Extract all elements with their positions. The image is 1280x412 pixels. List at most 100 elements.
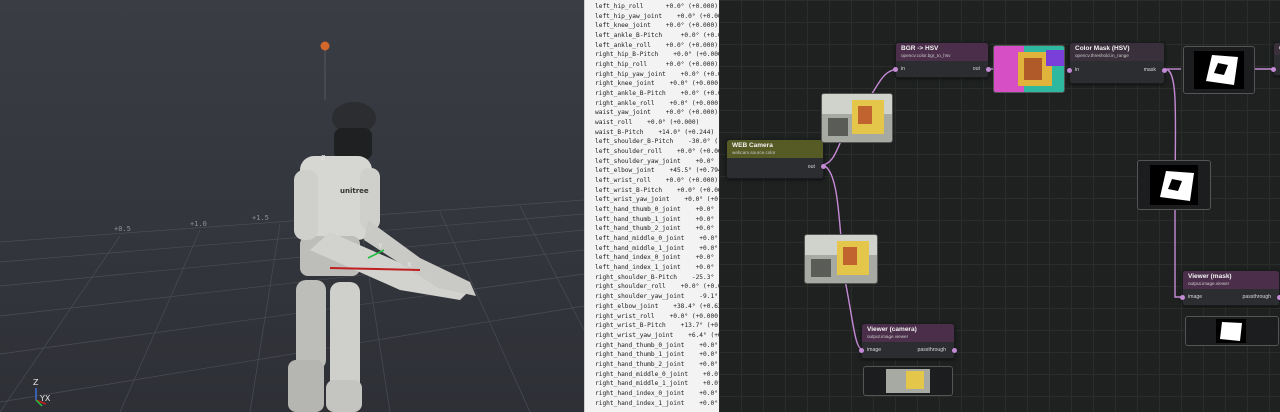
grid-label: +1.0 [190,220,207,228]
joint-row: right_shoulder_yaw_joint -9.1° ( [595,293,720,301]
node-subtitle: opencv.color.bgr_to_hsv [901,53,951,58]
joint-row: left_wrist_B-Pitch +0.0° (+0.000) [595,186,720,194]
joint-row: right_hip_yaw_joint +0.0° (+0.000 [595,70,720,78]
joint-row: right_wrist_yaw_joint +6.4° (+0. [595,331,720,339]
node-bgr-to-hsv[interactable]: BGR -> HSV opencv.color.bgr_to_hsv in ou… [893,42,991,78]
node-web-camera[interactable]: WEB Camera webcam.source.color out [726,139,826,179]
joint-row: left_hand_thumb_0_joint +0.0° (+ [595,206,720,214]
joint-row: left_wrist_yaw_joint +0.0° (+0.00 [595,196,720,204]
port-label-out: out [807,164,815,170]
viewer-mask-display [1185,316,1279,346]
node-subtitle: opencv.threshold.in_range [1075,53,1129,58]
port-label-image: image [1188,294,1203,300]
joint-row: left_hand_thumb_2_joint +0.0° (+ [595,225,720,233]
node-title: Color Mask (HSV) [1075,45,1130,52]
input-port[interactable] [893,67,898,72]
mask-preview-image [1183,46,1255,94]
joint-row: left_hand_index_0_joint +0.0° (+ [595,254,720,262]
target-marker [320,41,330,51]
joint-row: right_hand_index_1_joint +0.0° ( [595,399,720,407]
node-subtitle: webcam.source.color [732,150,776,155]
joint-row: right_wrist_roll +0.0° (+0.000) [595,312,720,320]
port-label-image: image [867,347,882,353]
joint-row: left_ankle_B-Pitch +0.0° (+0.000 [595,32,720,40]
node-offscreen[interactable]: C [1271,42,1280,76]
mask-preview-image [1137,160,1211,210]
joint-row: left_hip_yaw_joint +0.0° (+0.000 [595,12,720,20]
joint-row: right_hand_thumb_1_joint +0.0° ( [595,351,720,359]
tf-label-z: Z [321,155,326,162]
node-title: BGR -> HSV [901,45,939,52]
output-port[interactable] [952,348,957,353]
joint-row: right_ankle_B-Pitch +0.0° (+0.00 [595,90,720,98]
output-port[interactable] [821,164,826,169]
node-subtitle: output.image.viewer [867,334,909,339]
input-port[interactable] [859,348,864,353]
joint-row: right_shoulder_roll +0.0° (+0.00 [595,283,720,291]
output-port[interactable] [1162,68,1167,73]
joint-row: right_hand_thumb_2_joint +0.0° ( [595,360,720,368]
joint-row: left_ankle_roll +0.0° (+0.000) [595,41,718,49]
joint-row: waist_roll +0.0° (+0.000) [595,119,700,127]
node-title: Viewer (mask) [1188,273,1232,280]
joint-row: left_hand_middle_0_joint +0.0° ( [595,235,720,243]
joint-row: right_hand_middle_1_joint +0.0° [595,380,720,388]
3d-viewport[interactable]: +0.5 +1.0 +1.5 unitree Z Y X Z YX [0,0,584,412]
joint-row: right_hip_roll +0.0° (+0.000) [595,61,718,69]
tf-label-y: Y [378,243,383,250]
hsv-preview-image [993,45,1065,93]
joint-row: right_hand_index_0_joint +0.0° ( [595,389,720,397]
robot-chest-text: unitree [340,187,369,195]
input-port[interactable] [1271,67,1276,72]
port-label-passthrough: passthrough [1242,294,1271,300]
joint-row: right_shoulder_B-Pitch -25.3° (-0 [595,273,720,281]
node-title: Viewer (camera) [867,326,917,333]
joint-row: right_hand_thumb_0_joint +0.0° ( [595,341,720,349]
input-port[interactable] [1180,295,1185,300]
output-port[interactable] [986,67,991,72]
tf-label-x: X [407,262,412,269]
axis-yx-label: YX [40,394,51,403]
axis-z-label: Z [33,378,39,387]
node-graph-canvas[interactable]: WEB Camera webcam.source.color out BGR -… [719,0,1280,412]
camera-frame-preview [804,234,878,284]
joint-row: left_hip_roll +0.0° (+0.000) [595,3,718,10]
joint-list: left_hip_roll +0.0° (+0.000) left_hip_yaw… [585,0,719,408]
joint-row: left_shoulder_B-Pitch -30.0° (-0. [595,138,720,146]
joint-row: waist_yaw_joint +0.0° (+0.000) [595,109,718,117]
joint-row: left_shoulder_roll +0.0° (+0.000 [595,148,720,156]
humanoid-robot [288,102,476,412]
joint-row: left_hand_thumb_1_joint +0.0° ( [595,215,720,223]
axes-gizmo: Z YX [28,374,68,408]
port-label-passthrough: passthrough [917,347,946,353]
grid-label: +1.5 [252,214,269,222]
joint-row: right_ankle_roll +0.0° (+0.000) [595,99,720,107]
node-subtitle: output.image.viewer [1188,281,1230,286]
joint-state-panel[interactable]: left_hip_roll +0.0° (+0.000) left_hip_yaw… [584,0,720,412]
joint-row: waist_B-Pitch +14.0° (+0.244) [595,128,715,136]
port-label-in: in [901,66,906,72]
joint-row: left_elbow_joint +45.5° (+0.794) [595,167,720,175]
port-label-mask: mask [1143,67,1156,73]
port-label-in: in [1075,67,1080,73]
joint-row: left_hand_index_1_joint +0.0° (+ [595,264,720,272]
node-color-mask[interactable]: Color Mask (HSV) opencv.threshold.in_ran… [1067,42,1167,84]
joint-row: left_shoulder_yaw_joint +0.0° (+0. [595,157,720,165]
viewport-scene [0,41,584,412]
joint-row: left_knee_joint +0.0° (+0.000) [595,22,718,30]
input-port[interactable] [1067,68,1072,73]
node-viewer-camera[interactable]: Viewer (camera) output.image.viewer imag… [859,323,957,359]
joint-row: right_hand_middle_0_joint +0.0° [595,370,720,378]
port-label-out: out [972,66,980,72]
node-viewer-mask[interactable]: Viewer (mask) output.image.viewer image … [1180,270,1280,306]
joint-row: left_hand_middle_1_joint +0.0° ( [595,244,720,252]
joint-row: right_hip_B-Pitch +0.0° (+0.000) [595,51,720,59]
camera-frame-preview [821,93,893,143]
viewer-camera-display [863,366,953,396]
joint-row: right_elbow_joint +38.4° (+0.635) [595,302,720,310]
joint-row: right_wrist_B-Pitch +13.7° (+0.23 [595,322,720,330]
grid-label: +0.5 [114,225,131,233]
joint-row: right_knee_joint +0.0° (+0.000) [595,80,720,88]
node-title: WEB Camera [732,142,773,149]
joint-row: left_wrist_roll +0.0° (+0.000) [595,177,718,185]
